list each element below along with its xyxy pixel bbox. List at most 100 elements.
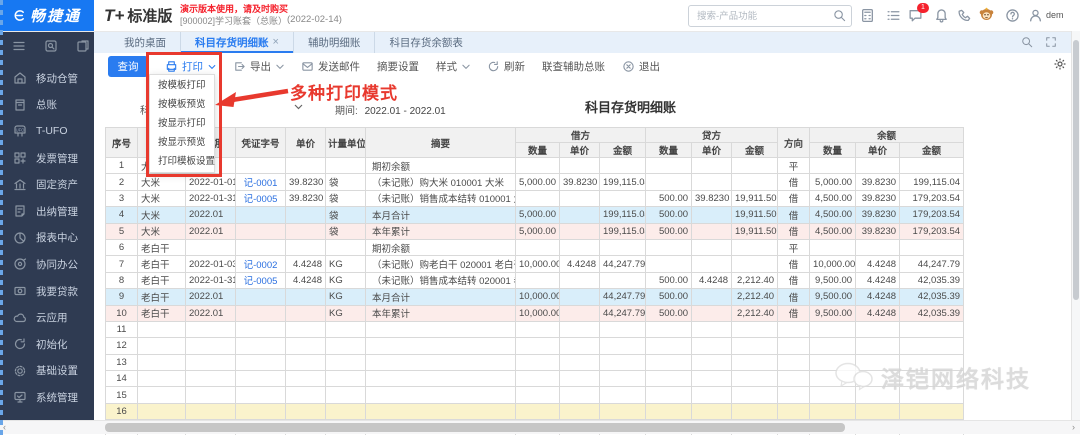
vertical-scrollbar-thumb[interactable] [1073, 40, 1079, 300]
menu-icon[interactable] [12, 39, 26, 53]
sidebar-item-fixed-assets[interactable]: 固定资产 [0, 171, 94, 198]
col-balance-qty[interactable]: 数量 [810, 143, 856, 158]
print-button[interactable]: 打印 [165, 59, 216, 74]
horizontal-scrollbar-thumb[interactable] [105, 423, 845, 432]
user-icon[interactable] [1028, 8, 1043, 23]
table-row[interactable]: 12 [106, 338, 964, 354]
col-balance-group[interactable]: 余额 [810, 128, 964, 143]
sidebar-item-cloud-apps[interactable]: 云应用 [0, 304, 94, 331]
sidebar-item-t-ufo[interactable]: UFO T-UFO [0, 118, 94, 145]
tab-auxiliary-ledger[interactable]: 辅助明细账 [294, 31, 376, 53]
col-credit-amount[interactable]: 金额 [732, 143, 778, 158]
table-row[interactable]: 4大米2022.01袋本月合计5,000.00199,115.04500.001… [106, 207, 964, 223]
col-credit-qty[interactable]: 数量 [646, 143, 692, 158]
tab-my-desktop[interactable]: 我的桌面 [110, 31, 181, 53]
exit-button[interactable]: 退出 [622, 59, 660, 74]
product-search[interactable] [688, 5, 852, 27]
col-summary[interactable]: 摘要 [366, 128, 516, 158]
col-unit[interactable]: 计量单位 [326, 128, 366, 158]
sidebar-item-basic-settings[interactable]: 基础设置 [0, 358, 94, 385]
voucher-link[interactable]: 记-0001 [236, 174, 286, 190]
table-row[interactable]: 10老白干2022.01KG本年累计10,000.0044,247.79500.… [106, 305, 964, 321]
col-seq[interactable]: 序号 [106, 128, 138, 158]
sidebar-item-cashier[interactable]: 出纳管理 [0, 198, 94, 225]
sidebar-item-report-center[interactable]: 报表中心 [0, 225, 94, 252]
workbench-search-icon[interactable] [44, 39, 58, 53]
table-row[interactable]: 16 [106, 403, 964, 419]
help-icon[interactable] [1005, 8, 1020, 23]
table-cell [186, 354, 236, 370]
task-list-icon[interactable] [886, 8, 901, 23]
table-cell [560, 354, 600, 370]
message-icon[interactable]: 1 [908, 8, 923, 23]
period-value[interactable]: 2022.01 - 2022.01 [365, 106, 446, 117]
summary-setting-button[interactable]: 摘要设置 [377, 59, 419, 74]
col-debit-group[interactable]: 借方 [516, 128, 646, 143]
print-menu-item[interactable]: 打印模板设置 [150, 152, 214, 171]
tab-close-icon[interactable]: × [273, 36, 279, 48]
sidebar-item-collaboration[interactable]: 协同办公 [0, 251, 94, 278]
username[interactable]: dem [1046, 10, 1064, 20]
print-menu-item[interactable]: 按显示预览 [150, 133, 214, 152]
link-assist-ledger-button[interactable]: 联查辅助总账 [542, 59, 605, 74]
table-row[interactable]: 1大米期初余额平 [106, 158, 964, 174]
col-voucher[interactable]: 凭证字号 [236, 128, 286, 158]
tab-subject-inventory-ledger[interactable]: 科目存货明细账 × [181, 31, 294, 53]
tab-search-icon[interactable] [1021, 36, 1033, 48]
col-credit-price[interactable]: 单价 [692, 143, 732, 158]
col-debit-price[interactable]: 单价 [560, 143, 600, 158]
print-menu-item[interactable]: 按模板打印 [150, 76, 214, 95]
table-row[interactable]: 9老白干2022.01KG本月合计10,000.0044,247.79500.0… [106, 289, 964, 305]
scroll-left-icon[interactable]: ‹ [3, 421, 6, 434]
col-debit-amount[interactable]: 金额 [600, 143, 646, 158]
col-price[interactable]: 单价 [286, 128, 326, 158]
sidebar-item-system-management[interactable]: 系统管理 [0, 384, 94, 411]
bell-icon[interactable] [934, 8, 949, 23]
vertical-scrollbar[interactable] [1071, 31, 1080, 420]
fullscreen-icon[interactable] [1045, 36, 1057, 48]
chanjet-logo[interactable]: 畅捷通 [0, 0, 94, 31]
gear-icon[interactable] [1053, 57, 1067, 71]
query-button[interactable]: 查询 [108, 56, 148, 77]
pie-chart-icon [13, 231, 27, 245]
print-menu-item[interactable]: 按显示打印 [150, 114, 214, 133]
table-cell: 大米 [138, 174, 186, 190]
mascot-icon[interactable] [978, 6, 993, 21]
sidebar-item-invoice[interactable]: 发票管理 [0, 145, 94, 172]
voucher-link[interactable]: 记-0005 [236, 272, 286, 288]
voucher-link[interactable]: 记-0002 [236, 256, 286, 272]
expand-window-icon[interactable] [76, 39, 90, 53]
search-input[interactable] [695, 7, 829, 25]
col-balance-amount[interactable]: 金额 [900, 143, 964, 158]
horizontal-scrollbar[interactable]: ‹ › [0, 420, 1080, 434]
table-row[interactable]: 13 [106, 354, 964, 370]
print-menu-item[interactable]: 按模板预览 [150, 95, 214, 114]
sidebar-item-loan[interactable]: 我要贷款 [0, 278, 94, 305]
table-row[interactable]: 15 [106, 387, 964, 403]
table-row[interactable]: 14 [106, 371, 964, 387]
sidebar-item-general-ledger[interactable]: 总账 [0, 92, 94, 119]
voucher-link[interactable]: 记-0005 [236, 190, 286, 206]
send-mail-button[interactable]: 发送邮件 [301, 59, 360, 74]
table-row[interactable]: 11 [106, 321, 964, 337]
table-row[interactable]: 5大米2022.01袋本年累计5,000.00199,115.04500.001… [106, 223, 964, 239]
table-row[interactable]: 6老白干期初余额平 [106, 239, 964, 255]
calculator-icon[interactable] [860, 8, 875, 23]
table-row[interactable]: 8老白干2022-01-31记-00054.4248KG（未记账）销售成本结转 … [106, 272, 964, 288]
tab-subject-inventory-balance[interactable]: 科目存货余额表 [375, 31, 477, 53]
table-row[interactable]: 2大米2022-01-01记-000139.8230袋（未记账）购大米 0100… [106, 174, 964, 190]
search-icon[interactable] [833, 9, 846, 22]
col-direction[interactable]: 方向 [778, 128, 810, 158]
style-button[interactable]: 样式 [436, 59, 470, 74]
sidebar-item-initialization[interactable]: 初始化 [0, 331, 94, 358]
sidebar-item-mobile-warehouse[interactable]: 移动仓管 [0, 65, 94, 92]
table-row[interactable]: 3大米2022-01-31记-000539.8230袋（未记账）销售成本结转 0… [106, 190, 964, 206]
col-debit-qty[interactable]: 数量 [516, 143, 560, 158]
phone-icon[interactable] [957, 8, 972, 23]
refresh-button[interactable]: 刷新 [487, 59, 525, 74]
col-balance-price[interactable]: 单价 [856, 143, 900, 158]
table-row[interactable]: 7老白干2022-01-03记-00024.4248KG（未记账）购老白干 02… [106, 256, 964, 272]
scroll-right-icon[interactable]: › [1072, 421, 1075, 434]
col-credit-group[interactable]: 贷方 [646, 128, 778, 143]
export-button[interactable]: 导出 [233, 59, 284, 74]
